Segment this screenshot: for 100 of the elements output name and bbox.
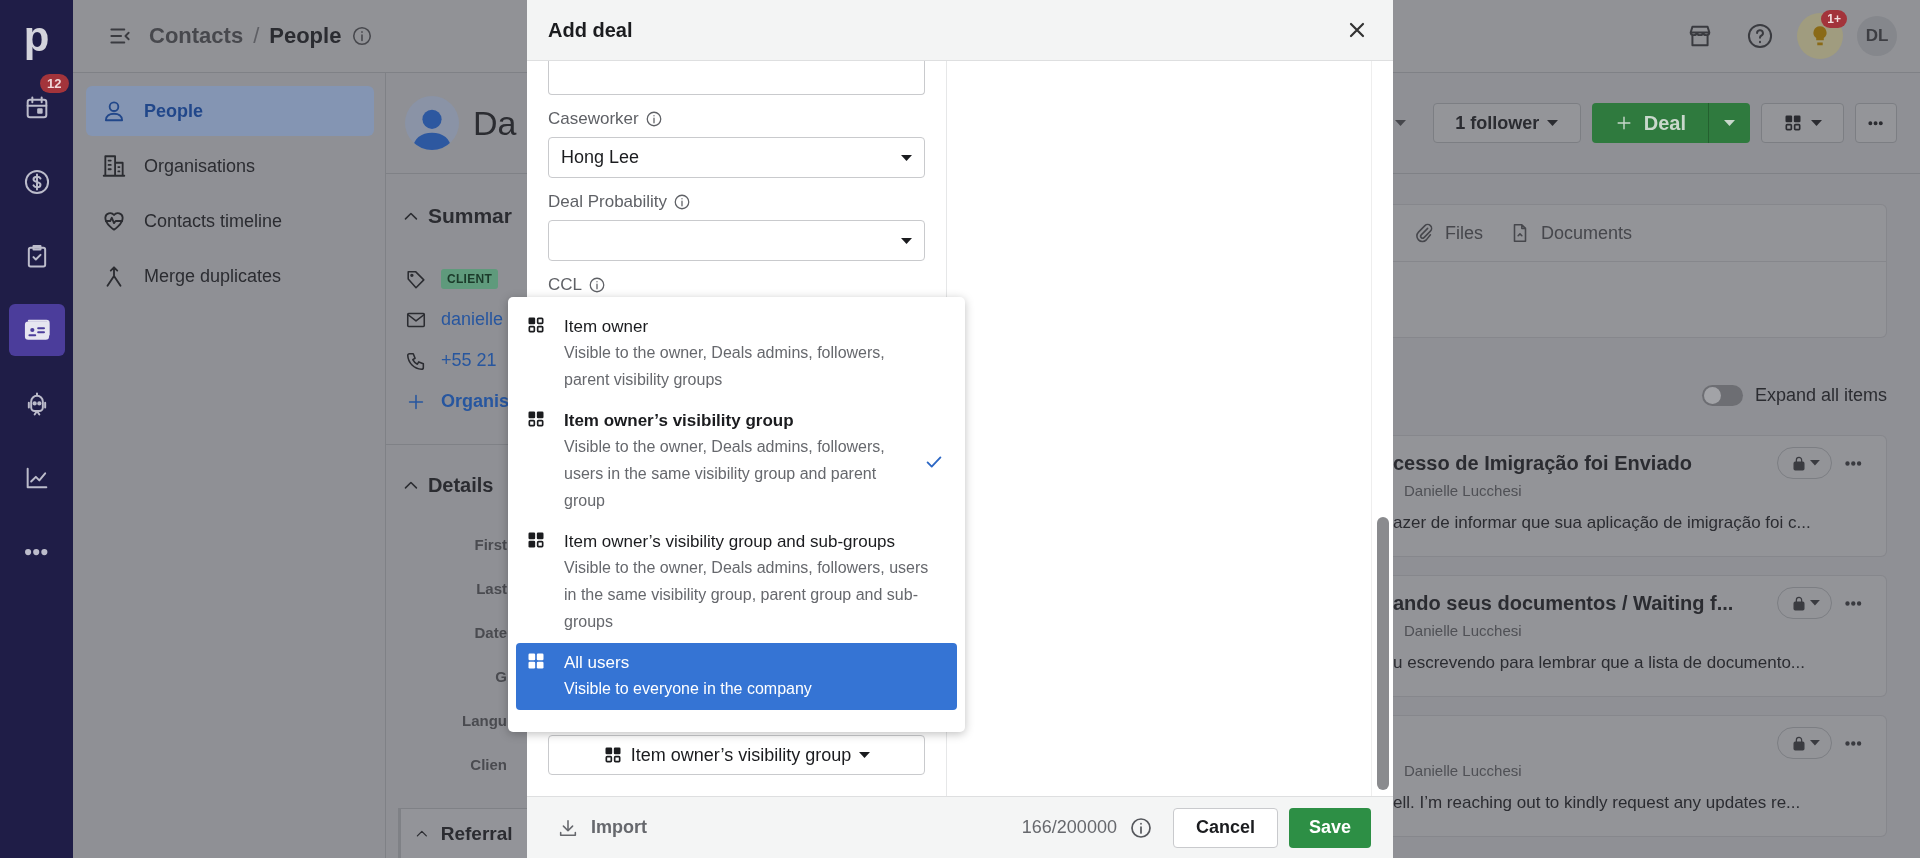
option-description: Visible to everyone in the company xyxy=(564,679,813,699)
caret-down-icon xyxy=(1547,120,1559,126)
scrollbar-thumb[interactable] xyxy=(1377,517,1389,790)
followers-button[interactable]: 1 follower xyxy=(1432,103,1581,143)
field-label: CCL xyxy=(548,275,582,295)
info-icon xyxy=(351,25,374,47)
grid-icon xyxy=(1783,113,1803,133)
caret-down-icon xyxy=(1811,120,1822,126)
field-label: Deal Probability xyxy=(548,192,668,212)
import-button[interactable]: Import xyxy=(557,816,647,839)
building-icon xyxy=(101,153,127,179)
breadcrumb-link[interactable]: Contacts xyxy=(149,23,244,49)
phone-link[interactable]: +55 21 xyxy=(441,350,497,371)
caret-down-icon xyxy=(1395,120,1406,126)
more-options-button[interactable] xyxy=(1846,741,1861,745)
field-label: G xyxy=(495,667,507,687)
field-label: First xyxy=(474,535,507,555)
caret-down-icon xyxy=(1809,740,1820,746)
more-icon xyxy=(1846,461,1861,465)
email-excerpt: ell. I’m reaching out to kindly request any updates re... xyxy=(1393,793,1802,813)
more-actions-button[interactable] xyxy=(1855,103,1897,143)
more-options-button[interactable] xyxy=(1846,601,1861,605)
breadcrumb-separator: / xyxy=(253,23,260,49)
email-author: Danielle Lucchesi xyxy=(1404,482,1523,499)
grid-icon xyxy=(526,315,546,335)
grid-icon xyxy=(526,409,546,429)
field-label: Date xyxy=(474,623,507,643)
option-description: Visible to the owner, Deals admins, followers, users in the same visibility group, parent group and sub-groups xyxy=(564,558,930,632)
sidebar-item[interactable]: Contacts timeline xyxy=(86,196,374,246)
option-description: Visible to the owner, Deals admins, followers, parent visibility groups xyxy=(564,343,886,390)
more-icon xyxy=(1869,121,1883,125)
view-switch-button[interactable] xyxy=(1761,103,1844,143)
email-author: Danielle Lucchesi xyxy=(1404,622,1523,639)
character-count: 166/200000 xyxy=(1021,817,1117,838)
field-label: Caseworker xyxy=(548,109,639,129)
select-field[interactable]: Hong Lee xyxy=(548,137,925,178)
visibility-option[interactable]: Item owner’s visibility group Visible to the owner, Deals admins, followers, users in the same visibility group and parent group xyxy=(516,401,957,522)
caret-down-icon xyxy=(1809,600,1820,606)
dollar-icon xyxy=(22,168,51,196)
save-button[interactable]: Save xyxy=(1288,807,1371,848)
deal-options-button[interactable] xyxy=(1708,103,1750,143)
email-subject: cesso de Imigração foi Enviado xyxy=(1393,451,1692,475)
info-icon xyxy=(673,193,692,211)
summary-section-toggle[interactable]: Summar xyxy=(386,196,527,236)
field-label: Last xyxy=(476,579,507,599)
toggle-switch[interactable] xyxy=(1701,384,1743,406)
visibility-option[interactable]: Item owner Visible to the owner, Deals admins, followers, parent visibility groups xyxy=(516,307,957,401)
select-field[interactable] xyxy=(548,220,925,261)
grid-icon xyxy=(526,651,546,671)
chevron-up-icon xyxy=(417,830,427,837)
toggle-label: Expand all items xyxy=(1754,384,1887,406)
caret-down-icon xyxy=(1809,460,1820,466)
info-icon xyxy=(644,110,663,128)
chevron-up-icon xyxy=(405,481,417,489)
paperclip-icon xyxy=(1413,222,1435,244)
sidebar-item[interactable]: People xyxy=(86,86,374,136)
dialog-title: Add deal xyxy=(548,18,633,42)
visibility-option[interactable]: Item owner’s visibility group and sub-groups Visible to the owner, Deals admins, followers, users in the same visibility group, parent group and sub-groups xyxy=(516,522,957,643)
field-label: Langu xyxy=(462,711,507,731)
info-icon xyxy=(588,276,606,294)
option-title: Item owner’s visibility group xyxy=(564,410,795,432)
grid-icon xyxy=(526,530,546,550)
referrals-section-toggle[interactable]: Referral xyxy=(398,808,527,858)
sidebar-item[interactable]: Organisations xyxy=(86,141,374,191)
option-description: Visible to the owner, Deals admins, followers, users in the same visibility group and parent group xyxy=(564,437,886,511)
email-link[interactable]: danielle xyxy=(441,309,504,330)
cancel-button[interactable]: Cancel xyxy=(1172,807,1278,848)
more-icon xyxy=(1846,741,1861,745)
sidebar-item[interactable]: Merge duplicates xyxy=(86,251,374,301)
more-icon xyxy=(1846,601,1861,605)
visibility-option[interactable]: All users Visible to everyone in the company xyxy=(516,643,957,710)
more-options-button[interactable] xyxy=(1846,461,1861,465)
info-icon xyxy=(1128,815,1153,840)
email-author: Danielle Lucchesi xyxy=(1404,762,1523,779)
add-organisation-link[interactable]: Organis xyxy=(405,390,510,413)
option-title: All users xyxy=(564,652,631,674)
help-icon xyxy=(1746,22,1774,50)
person-name: Da xyxy=(473,103,517,143)
add-deal-button[interactable]: Deal xyxy=(1591,103,1708,143)
option-title: Item owner xyxy=(564,316,650,338)
client-label: CLIENT xyxy=(441,268,499,289)
page-title: People xyxy=(269,23,342,49)
chevron-up-icon xyxy=(405,212,417,220)
app-logo: p xyxy=(23,11,50,62)
option-title: Item owner’s visibility group and sub-groups xyxy=(564,531,897,553)
email-subject: ando seus documentos / Waiting f... xyxy=(1393,591,1734,615)
notification-badge: 1+ xyxy=(1821,10,1847,28)
nav-rail-item[interactable] xyxy=(8,304,65,356)
visibility-select[interactable]: Item owner’s visibility group xyxy=(548,735,925,775)
input-field[interactable] xyxy=(548,61,925,95)
details-section-toggle[interactable]: Details xyxy=(386,465,494,505)
user-avatar[interactable]: DL xyxy=(1857,16,1897,56)
tab[interactable]: Documents xyxy=(1509,205,1633,261)
tab[interactable]: Files xyxy=(1413,205,1483,261)
notification-badge: 12 xyxy=(40,74,69,93)
caret-down-icon xyxy=(859,752,871,758)
email-excerpt: azer de informar que sua aplicação de imigração foi c... xyxy=(1393,513,1812,533)
email-excerpt: u escrevendo para lembrar que a lista de documento... xyxy=(1393,653,1807,673)
caret-down-icon xyxy=(901,154,912,161)
caret-down-icon xyxy=(901,237,912,244)
